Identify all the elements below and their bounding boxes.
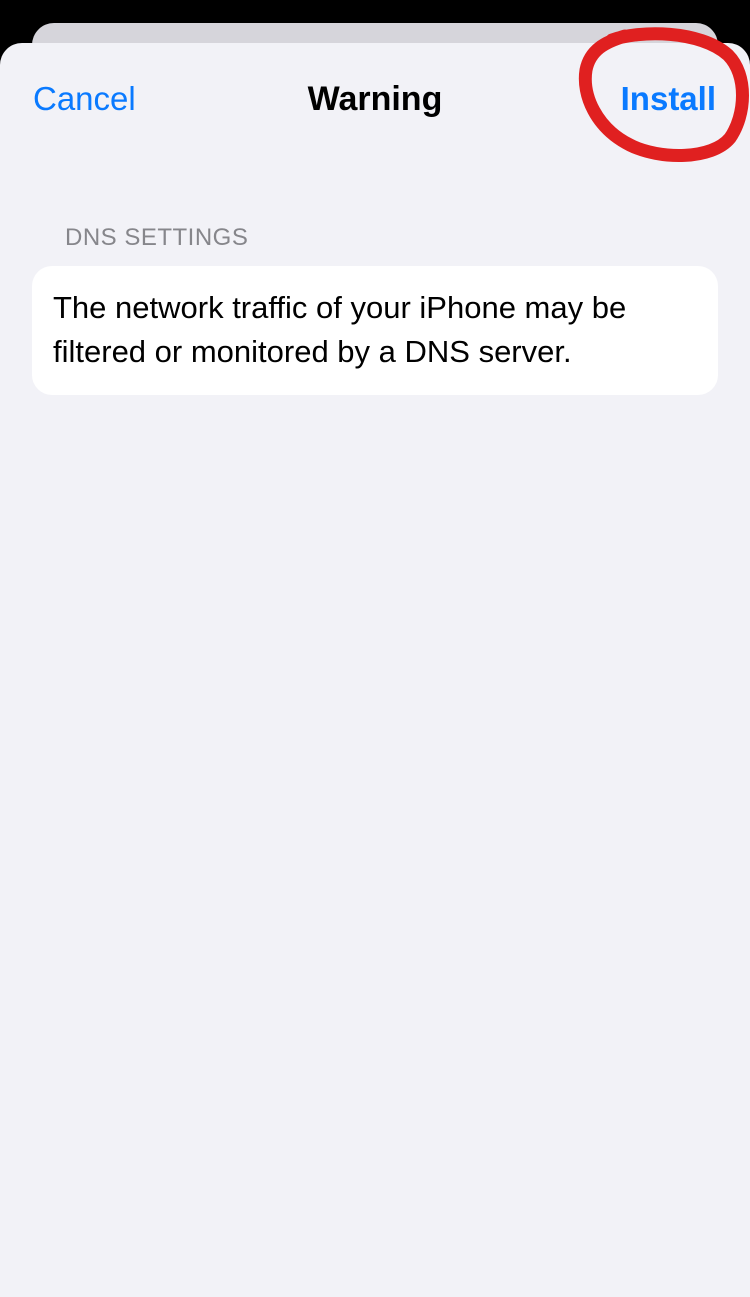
dns-warning-card: The network traffic of your iPhone may b…: [32, 266, 718, 395]
warning-sheet: Cancel Warning Install DNS SETTINGS The …: [0, 43, 750, 1297]
section-header-dns-settings: DNS SETTINGS: [65, 224, 249, 251]
dns-warning-text: The network traffic of your iPhone may b…: [53, 290, 627, 369]
navigation-bar: Cancel Warning Install: [0, 43, 750, 155]
install-button[interactable]: Install: [621, 79, 716, 119]
cancel-button[interactable]: Cancel: [33, 79, 136, 119]
